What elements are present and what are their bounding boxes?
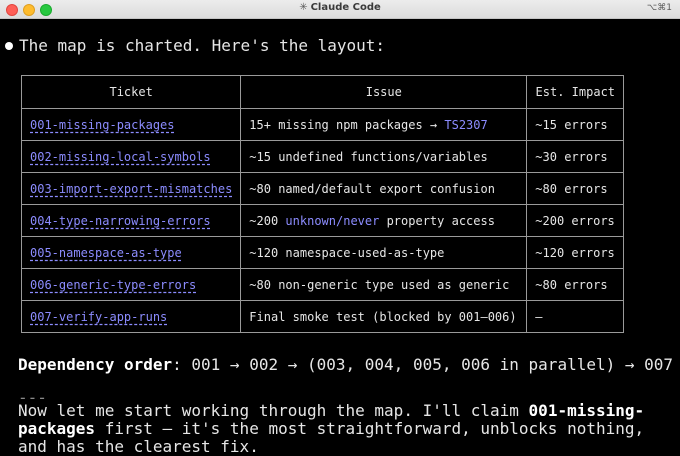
impact-cell: ~15 errors: [526, 108, 625, 141]
issue-text: 15+ missing npm packages →: [249, 117, 445, 132]
table-row: 002-missing-local-symbols ~15 undefined …: [20, 140, 625, 173]
impact-cell: ~200 errors: [526, 204, 625, 237]
ticket-table: Ticket Issue Est. Impact 001-missing-pac…: [20, 75, 625, 333]
ticket-link[interactable]: 004-type-narrowing-errors: [30, 214, 211, 228]
table-row: 004-type-narrowing-errors ~200 unknown/n…: [20, 204, 625, 237]
header-impact: Est. Impact: [526, 75, 625, 109]
issue-highlight: unknown/never: [285, 213, 380, 228]
dependency-order: Dependency order: 001 → 002 → (003, 004,…: [18, 355, 673, 374]
issue-cell: ~120 namespace-used-as-type: [240, 236, 528, 269]
issue-cell: ~15 undefined functions/variables: [240, 140, 528, 173]
issue-cell: Final smoke test (blocked by 001–006): [240, 300, 528, 333]
impact-cell: ~120 errors: [526, 236, 625, 269]
table-header-row: Ticket Issue Est. Impact: [20, 75, 625, 109]
table-row: 007-verify-app-runs Final smoke test (bl…: [20, 300, 625, 333]
ticket-link[interactable]: 002-missing-local-symbols: [30, 150, 211, 164]
issue-text: ~15 undefined functions/variables: [249, 149, 488, 164]
window-shortcut: ⌥⌘1: [646, 3, 672, 13]
issue-highlight: TS2307: [444, 117, 488, 132]
claude-spark-icon: ✳: [299, 2, 308, 13]
issue-text: ~80 named/default export confusion: [249, 181, 495, 196]
ticket-cell: 007-verify-app-runs: [20, 300, 242, 333]
ticket-link[interactable]: 001-missing-packages: [30, 118, 175, 132]
dependency-label: Dependency order: [18, 355, 173, 374]
table-row: 003-import-export-mismatches ~80 named/d…: [20, 172, 625, 205]
issue-cell: ~80 named/default export confusion: [240, 172, 528, 205]
ticket-cell: 006-generic-type-errors: [20, 268, 242, 301]
intro-text: The map is charted. Here's the layout:: [19, 36, 386, 55]
header-ticket: Ticket: [20, 75, 242, 109]
window-title: ✳ Claude Code: [0, 2, 680, 13]
ticket-link[interactable]: 005-namespace-as-type: [30, 246, 182, 260]
table-row: 001-missing-packages 15+ missing npm pac…: [20, 108, 625, 141]
paragraph-pre: Now let me start working through the map…: [18, 401, 529, 420]
paragraph-post: first — it's the most straightforward, u…: [18, 419, 645, 456]
bullet-icon: [5, 42, 13, 50]
impact-cell: ~80 errors: [526, 172, 625, 205]
table-row: 005-namespace-as-type ~120 namespace-use…: [20, 236, 625, 269]
window-title-text: Claude Code: [310, 2, 381, 13]
ticket-cell: 001-missing-packages: [20, 108, 242, 141]
header-issue: Issue: [240, 75, 528, 109]
status-paragraph: Now let me start working through the map…: [18, 402, 668, 456]
issue-text: ~120 namespace-used-as-type: [249, 245, 445, 260]
ticket-cell: 004-type-narrowing-errors: [20, 204, 242, 237]
ticket-cell: 005-namespace-as-type: [20, 236, 242, 269]
issue-text: ~200: [249, 213, 286, 228]
ticket-link[interactable]: 007-verify-app-runs: [30, 310, 167, 324]
intro-line: The map is charted. Here's the layout:: [5, 36, 385, 55]
issue-text: Final smoke test (blocked by 001–006): [249, 309, 517, 324]
impact-cell: ~30 errors: [526, 140, 625, 173]
ticket-cell: 003-import-export-mismatches: [20, 172, 242, 205]
issue-cell: 15+ missing npm packages → TS2307: [240, 108, 528, 141]
impact-cell: ~80 errors: [526, 268, 625, 301]
ticket-cell: 002-missing-local-symbols: [20, 140, 242, 173]
issue-text-post: property access: [379, 213, 495, 228]
terminal-window: ✳ Claude Code ⌥⌘1 The map is charted. Her…: [0, 0, 680, 456]
dependency-text: : 001 → 002 → (003, 004, 005, 006 in par…: [172, 355, 674, 374]
ticket-link[interactable]: 003-import-export-mismatches: [30, 182, 232, 196]
issue-text: ~80 non-generic type used as generic: [249, 277, 510, 292]
issue-cell: ~80 non-generic type used as generic: [240, 268, 528, 301]
table-row: 006-generic-type-errors ~80 non-generic …: [20, 268, 625, 301]
issue-cell: ~200 unknown/never property access: [240, 204, 528, 237]
title-bar: ✳ Claude Code ⌥⌘1: [0, 0, 680, 19]
ticket-link[interactable]: 006-generic-type-errors: [30, 278, 196, 292]
impact-cell: —: [526, 300, 625, 333]
